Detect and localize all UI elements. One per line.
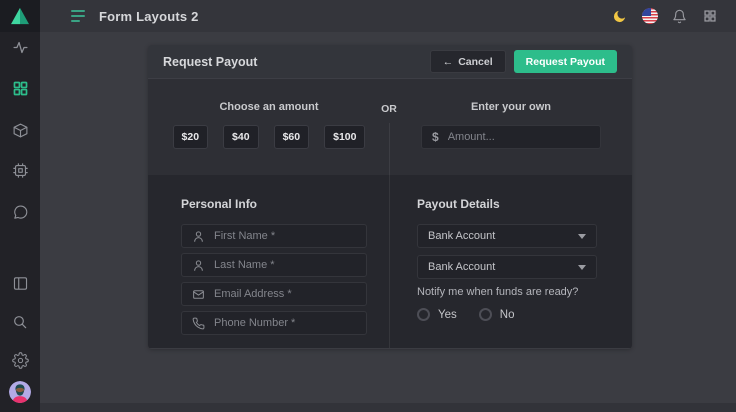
- radio-circle-icon: [479, 308, 492, 321]
- request-payout-card: Request Payout ← Cancel Request Payout O…: [148, 45, 632, 349]
- phone-input[interactable]: [214, 317, 356, 329]
- sidebar-item-dashboard-active[interactable]: [11, 79, 29, 97]
- moon-icon: [612, 9, 627, 24]
- app-logo[interactable]: [0, 0, 40, 32]
- dashboard-grid-icon: [12, 80, 29, 97]
- enter-own-column: Enter your own $: [390, 79, 632, 174]
- cancel-button[interactable]: ← Cancel: [430, 50, 506, 73]
- vertical-divider: [389, 123, 390, 348]
- request-payout-button[interactable]: Request Payout: [514, 50, 617, 73]
- search-icon: [12, 314, 28, 330]
- person-icon: [192, 230, 205, 243]
- request-payout-button-label: Request Payout: [526, 56, 605, 68]
- first-name-field: [181, 224, 367, 248]
- radio-no[interactable]: No: [479, 308, 515, 321]
- dollar-icon: $: [432, 130, 439, 144]
- custom-amount-field: $: [421, 125, 601, 149]
- sidebar-item-activity[interactable]: [11, 38, 29, 56]
- notifications-button[interactable]: [671, 8, 688, 25]
- topbar-actions: [611, 8, 718, 25]
- sidebar-item-layout[interactable]: [11, 274, 29, 292]
- email-input[interactable]: [214, 288, 356, 300]
- choose-amount-column: Choose an amount $20 $40 $60 $100: [148, 79, 390, 174]
- sidebar-item-chat[interactable]: [11, 203, 29, 221]
- sidebar-item-ecommerce[interactable]: [11, 121, 29, 139]
- custom-amount-input[interactable]: [448, 131, 590, 143]
- or-label: OR: [381, 103, 397, 115]
- amount-button-100[interactable]: $100: [324, 125, 365, 149]
- sidebar-item-search[interactable]: [11, 313, 29, 331]
- first-name-input[interactable]: [214, 230, 356, 242]
- select-value: Bank Account: [428, 230, 495, 242]
- card-header-actions: ← Cancel Request Payout: [430, 50, 617, 73]
- activity-icon: [12, 39, 29, 56]
- personal-info-column: Personal Info: [148, 175, 390, 348]
- chat-icon: [12, 204, 29, 221]
- cube-icon: [12, 122, 29, 139]
- language-selector[interactable]: [641, 8, 658, 25]
- forms-section: Personal Info: [148, 174, 632, 348]
- card-header: Request Payout ← Cancel Request Payout: [148, 45, 632, 79]
- radio-yes-label: Yes: [438, 309, 457, 321]
- back-arrow-icon: ←: [443, 56, 454, 68]
- radio-no-label: No: [500, 309, 515, 321]
- footer-strip: [40, 403, 736, 412]
- cancel-button-label: Cancel: [458, 56, 492, 68]
- sidebar-item-settings[interactable]: [11, 351, 29, 369]
- sidebar-item-extra-components[interactable]: [11, 161, 29, 179]
- personal-info-title: Personal Info: [181, 197, 390, 211]
- amount-button-20[interactable]: $20: [173, 125, 209, 149]
- card-title: Request Payout: [163, 55, 257, 69]
- notify-question: Notify me when funds are ready?: [417, 286, 632, 298]
- apps-grid-icon: [703, 9, 717, 23]
- cpu-icon: [12, 162, 29, 179]
- bell-icon: [672, 9, 687, 24]
- choose-amount-label: Choose an amount: [219, 101, 318, 113]
- amount-options: $20 $40 $60 $100: [173, 125, 366, 149]
- theme-toggle[interactable]: [611, 8, 628, 25]
- notify-radio-group: Yes No: [417, 308, 632, 321]
- amount-button-40[interactable]: $40: [223, 125, 259, 149]
- amount-button-60[interactable]: $60: [274, 125, 310, 149]
- payout-details-column: Payout Details Bank Account Bank Account…: [390, 175, 632, 348]
- settings-gear-icon: [12, 352, 29, 369]
- payout-method-select-1[interactable]: Bank Account: [417, 224, 597, 248]
- enter-own-label: Enter your own: [471, 101, 551, 113]
- triangle-logo-icon: [10, 7, 30, 25]
- apps-menu-button[interactable]: [701, 8, 718, 25]
- user-avatar[interactable]: [9, 381, 31, 403]
- amount-section: Choose an amount $20 $40 $60 $100 Enter …: [148, 79, 632, 174]
- chevron-down-icon: [578, 265, 586, 270]
- last-name-field: [181, 253, 367, 277]
- payout-details-title: Payout Details: [417, 197, 632, 211]
- sidebar-toggle-button[interactable]: [71, 10, 87, 22]
- custom-amount-wrap: $: [421, 125, 601, 149]
- topbar: Form Layouts 2: [40, 0, 736, 32]
- select-value: Bank Account: [428, 261, 495, 273]
- email-field: [181, 282, 367, 306]
- payout-method-select-2[interactable]: Bank Account: [417, 255, 597, 279]
- mail-icon: [192, 288, 205, 301]
- card-body: OR Choose an amount $20 $40 $60 $100 Ent…: [148, 79, 632, 348]
- us-flag-icon: [642, 8, 658, 24]
- last-name-input[interactable]: [214, 259, 356, 271]
- radio-yes[interactable]: Yes: [417, 308, 457, 321]
- sidebar: [0, 0, 40, 412]
- page-title: Form Layouts 2: [99, 9, 199, 24]
- layout-icon: [12, 275, 29, 292]
- avatar-image: [9, 381, 31, 403]
- phone-field: [181, 311, 367, 335]
- person-icon: [192, 259, 205, 272]
- radio-circle-icon: [417, 308, 430, 321]
- chevron-down-icon: [578, 234, 586, 239]
- menu-icon: [71, 10, 85, 12]
- phone-icon: [192, 317, 205, 330]
